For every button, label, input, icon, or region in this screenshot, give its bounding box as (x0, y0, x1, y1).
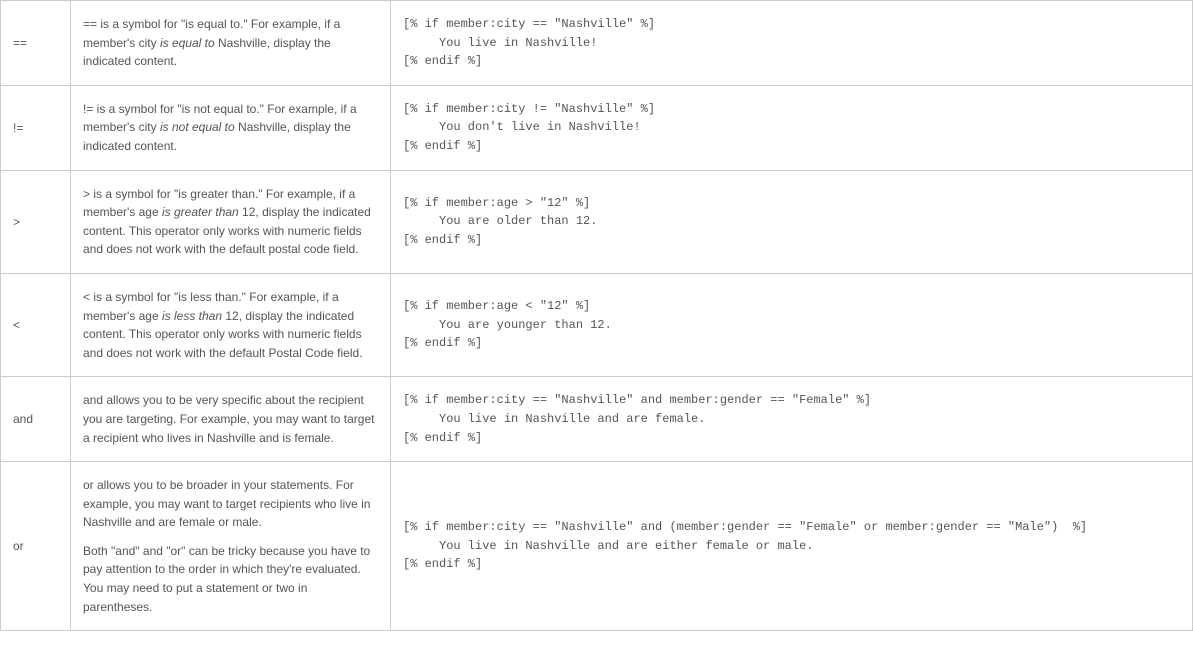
operator-cell: > (1, 170, 71, 273)
description-cell: or allows you to be broader in your stat… (71, 462, 391, 631)
code-cell: [% if member:city != "Nashville" %] You … (391, 85, 1193, 170)
code-cell: [% if member:city == "Nashville" and mem… (391, 377, 1193, 462)
code-cell: [% if member:age > "12" %] You are older… (391, 170, 1193, 273)
operator-cell: < (1, 273, 71, 376)
table-row: oror allows you to be broader in your st… (1, 462, 1193, 631)
description-cell: == is a symbol for "is equal to." For ex… (71, 1, 391, 86)
operator-cell: != (1, 85, 71, 170)
table-row: andand allows you to be very specific ab… (1, 377, 1193, 462)
operator-cell: or (1, 462, 71, 631)
code-cell: [% if member:city == "Nashville" %] You … (391, 1, 1193, 86)
operators-tbody: ==== is a symbol for "is equal to." For … (1, 1, 1193, 631)
code-cell: [% if member:age < "12" %] You are young… (391, 273, 1193, 376)
table-row: ==== is a symbol for "is equal to." For … (1, 1, 1193, 86)
operator-cell: and (1, 377, 71, 462)
table-row: << is a symbol for "is less than." For e… (1, 273, 1193, 376)
description-cell: > is a symbol for "is greater than." For… (71, 170, 391, 273)
description-cell: != is a symbol for "is not equal to." Fo… (71, 85, 391, 170)
operator-cell: == (1, 1, 71, 86)
code-cell: [% if member:city == "Nashville" and (me… (391, 462, 1193, 631)
description-cell: and allows you to be very specific about… (71, 377, 391, 462)
table-row: !=!= is a symbol for "is not equal to." … (1, 85, 1193, 170)
description-cell: < is a symbol for "is less than." For ex… (71, 273, 391, 376)
table-row: >> is a symbol for "is greater than." Fo… (1, 170, 1193, 273)
operators-table: ==== is a symbol for "is equal to." For … (0, 0, 1193, 631)
